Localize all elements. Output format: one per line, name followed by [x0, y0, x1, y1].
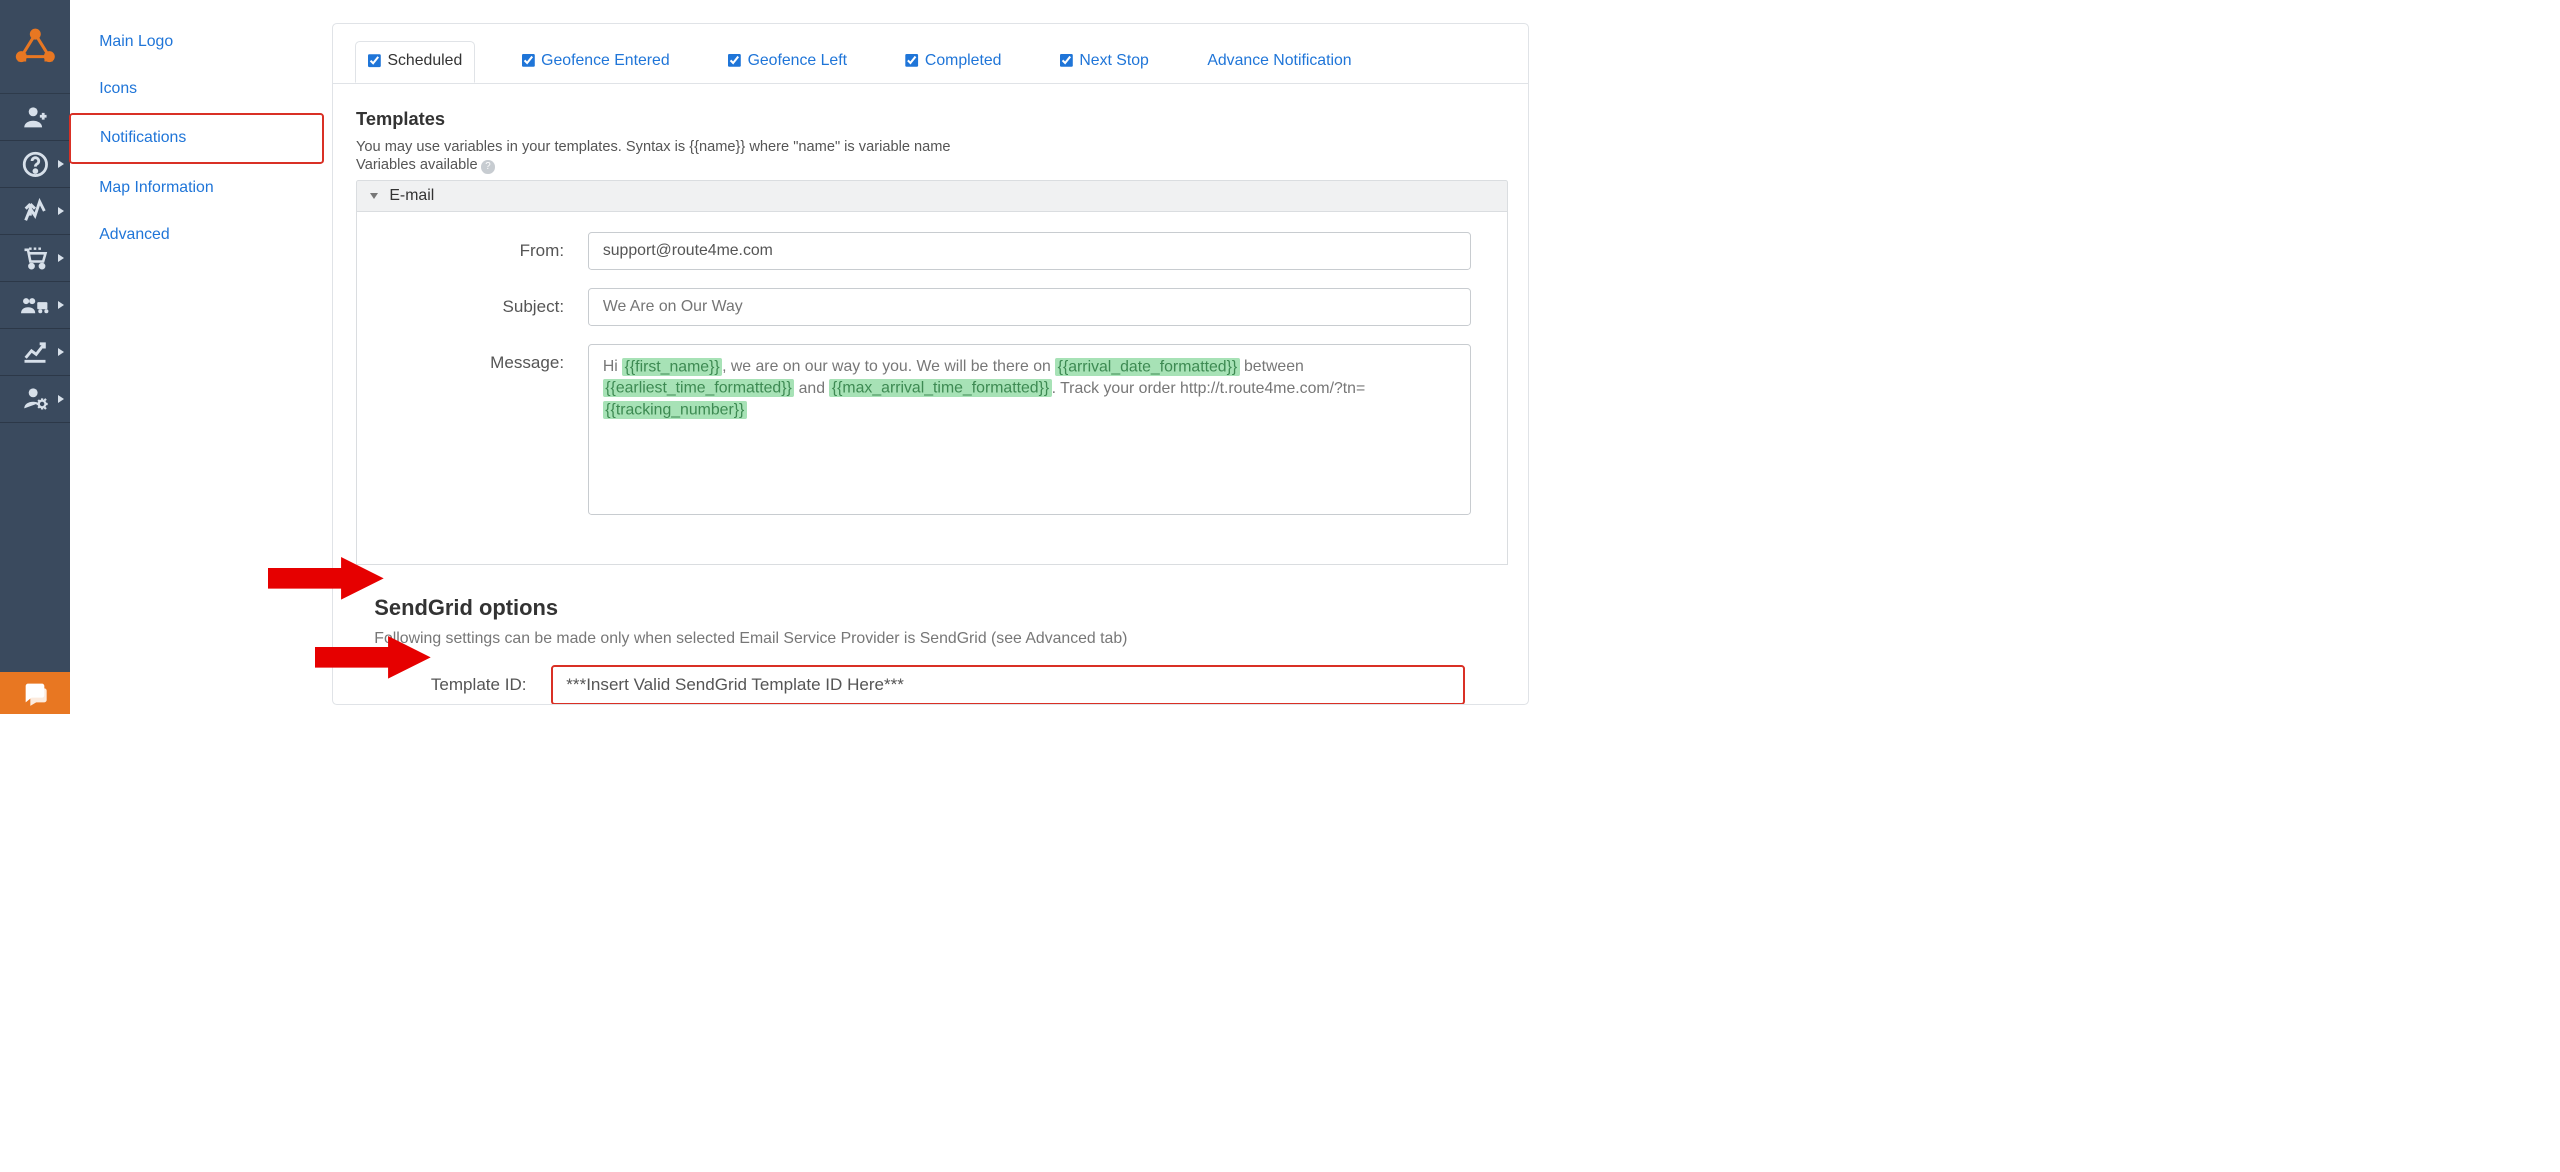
team-truck-icon — [20, 293, 50, 317]
nav-main-logo[interactable]: Main Logo — [70, 18, 323, 65]
sendgrid-title: SendGrid options — [374, 595, 1508, 621]
variable-token: {{first_name}} — [622, 358, 722, 376]
rail-routes[interactable] — [0, 188, 70, 235]
icon-rail — [0, 0, 70, 714]
tab-label: Scheduled — [387, 52, 462, 70]
tab-scheduled-checkbox[interactable] — [368, 54, 381, 67]
tab-scheduled[interactable]: Scheduled — [355, 41, 476, 83]
email-section-header[interactable]: E-mail — [356, 180, 1508, 212]
template-id-label: Template ID: — [374, 675, 526, 695]
secondary-nav: Main Logo Icons Notifications Map Inform… — [70, 0, 323, 714]
nav-map-information[interactable]: Map Information — [70, 164, 323, 211]
tab-label: Geofence Entered — [541, 52, 669, 70]
main-card: Scheduled Geofence Entered Geofence Left… — [332, 23, 1529, 705]
subject-label: Subject: — [394, 288, 565, 317]
brand-logo — [0, 0, 70, 94]
variable-token: {{tracking_number}} — [603, 401, 747, 419]
tab-label: Advance Notification — [1207, 52, 1351, 70]
tab-next-stop-checkbox[interactable] — [1060, 54, 1073, 67]
rail-add-user[interactable] — [0, 94, 70, 141]
tab-geofence-entered-checkbox[interactable] — [522, 54, 535, 67]
rail-chat[interactable] — [0, 672, 70, 713]
templates-heading: Templates — [356, 108, 1508, 130]
chat-icon — [21, 679, 49, 707]
tab-completed[interactable]: Completed — [893, 42, 1013, 82]
rail-help[interactable] — [0, 141, 70, 188]
tab-next-stop[interactable]: Next Stop — [1048, 42, 1161, 82]
tab-geofence-entered[interactable]: Geofence Entered — [510, 42, 682, 82]
user-gear-icon — [22, 385, 49, 412]
subject-input[interactable] — [588, 288, 1470, 326]
sendgrid-subtitle: Following settings can be made only when… — [374, 630, 1508, 648]
rail-team[interactable] — [0, 282, 70, 329]
rail-user-settings[interactable] — [0, 376, 70, 423]
nav-advanced[interactable]: Advanced — [70, 211, 323, 258]
tabs-bar: Scheduled Geofence Entered Geofence Left… — [333, 24, 1528, 83]
email-section-body: From: Subject: Message: Hi {{first_name}… — [356, 212, 1508, 565]
rail-analytics[interactable] — [0, 329, 70, 376]
tab-label: Next Stop — [1079, 52, 1149, 70]
tab-label: Geofence Left — [748, 52, 847, 70]
from-label: From: — [394, 232, 565, 261]
content-scroll[interactable]: Templates You may use variables in your … — [356, 91, 1515, 704]
variable-token: {{arrival_date_formatted}} — [1055, 358, 1239, 376]
tab-advance-notification[interactable]: Advance Notification — [1195, 42, 1364, 82]
tab-completed-checkbox[interactable] — [905, 54, 918, 67]
nav-icons[interactable]: Icons — [70, 65, 323, 112]
message-editor[interactable]: Hi {{first_name}}, we are on our way to … — [588, 344, 1470, 515]
templates-help-1: You may use variables in your templates.… — [356, 139, 1508, 155]
email-section-label: E-mail — [389, 187, 434, 205]
template-id-input[interactable] — [551, 665, 1466, 705]
nav-notifications[interactable]: Notifications — [69, 113, 324, 164]
caret-down-icon — [370, 193, 378, 199]
info-icon[interactable]: ? — [481, 160, 494, 173]
routes-up-icon — [21, 197, 49, 225]
tab-label: Completed — [925, 52, 1002, 70]
from-input[interactable] — [588, 232, 1470, 270]
rail-cart[interactable] — [0, 235, 70, 282]
chart-up-icon — [21, 338, 49, 366]
tab-geofence-left-checkbox[interactable] — [728, 54, 741, 67]
variable-token: {{max_arrival_time_formatted}} — [829, 379, 1051, 397]
templates-help-2: Variables available? — [356, 157, 1508, 173]
message-label: Message: — [394, 344, 565, 373]
cart-icon — [21, 244, 49, 272]
variable-token: {{earliest_time_formatted}} — [603, 379, 794, 397]
question-circle-icon — [22, 151, 49, 178]
user-plus-icon — [22, 104, 49, 131]
tab-geofence-left[interactable]: Geofence Left — [716, 42, 859, 82]
